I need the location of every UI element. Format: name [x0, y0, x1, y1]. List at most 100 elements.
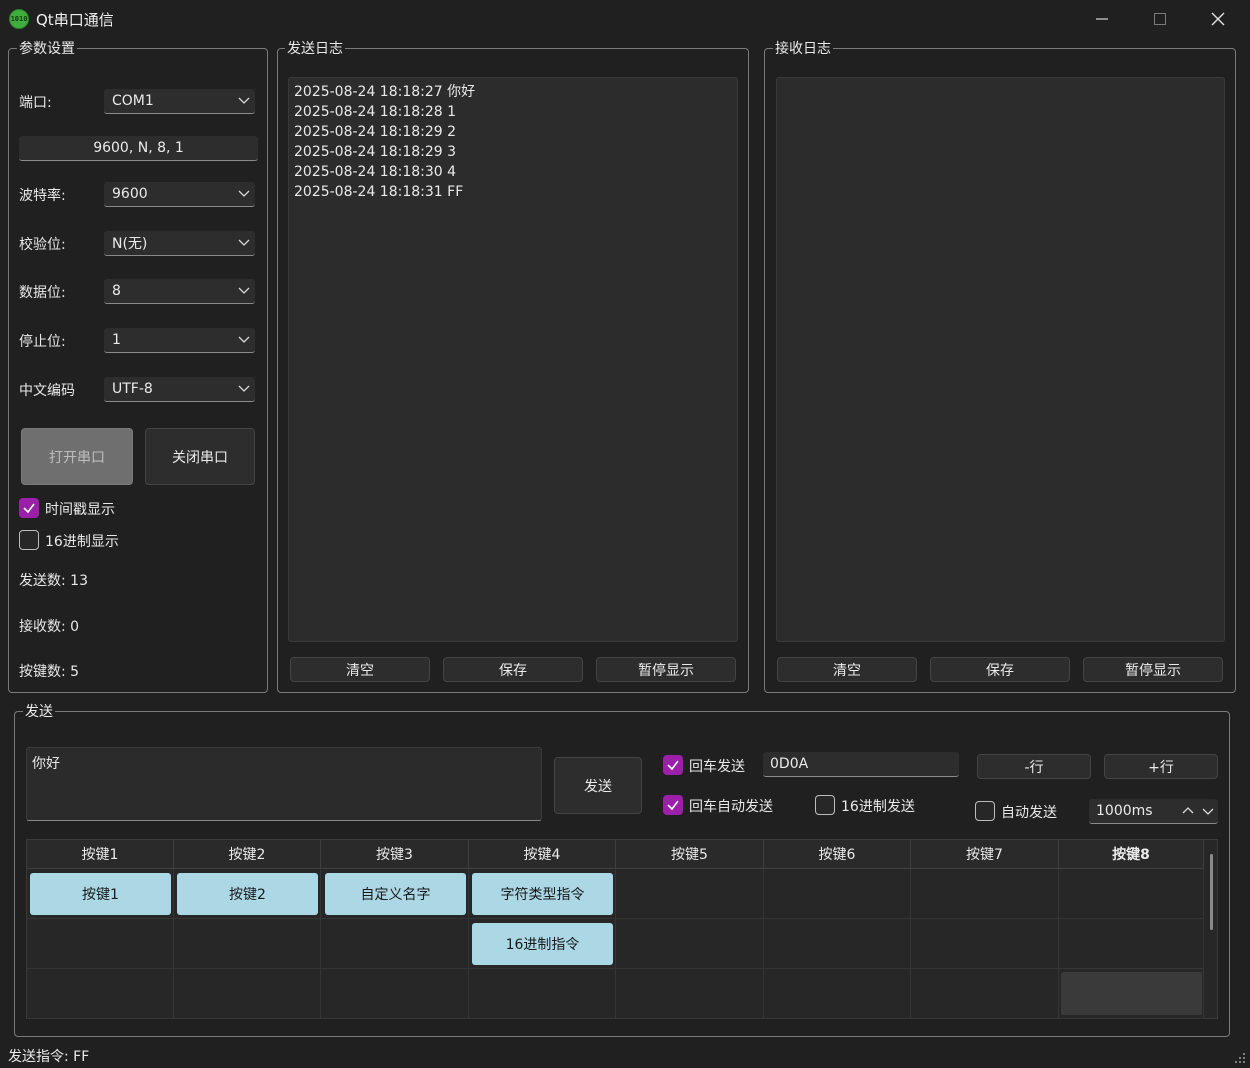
minimize-button[interactable] — [1073, 0, 1131, 38]
maximize-icon — [1154, 13, 1166, 25]
table-cell[interactable] — [911, 969, 1059, 1019]
chevron-down-icon — [238, 287, 250, 294]
table-cell[interactable] — [911, 919, 1059, 969]
close-icon — [1211, 12, 1225, 26]
hex-send-checkbox[interactable] — [815, 795, 835, 815]
minimize-icon — [1096, 18, 1108, 20]
table-cell[interactable] — [27, 969, 174, 1019]
send-log-textarea[interactable]: 2025-08-24 18:18:27 你好 2025-08-24 18:18:… — [288, 77, 738, 642]
hex-display-checkbox[interactable] — [19, 530, 39, 550]
sent-count: 发送数: 13 — [19, 573, 88, 589]
maximize-button[interactable] — [1131, 0, 1189, 38]
chevron-down-icon — [238, 336, 250, 343]
port-select-value: COM1 — [112, 93, 154, 109]
send-log-pause-button[interactable]: 暂停显示 — [596, 657, 736, 682]
table-cell[interactable] — [911, 869, 1059, 919]
hex-display-label: 16进制显示 — [45, 534, 119, 550]
table-cell[interactable] — [616, 969, 764, 1019]
key-table-header[interactable]: 按键7 — [911, 840, 1059, 869]
chevron-up-icon[interactable] — [1182, 805, 1194, 817]
table-cell[interactable] — [764, 969, 911, 1019]
parity-select-value: N(无) — [112, 236, 148, 252]
key-table-header[interactable]: 按键3 — [321, 840, 469, 869]
key-table-header[interactable]: 按键2 — [174, 840, 321, 869]
encoding-select-value: UTF-8 — [112, 381, 153, 397]
send-log-clear-button[interactable]: 清空 — [290, 657, 430, 682]
recv-log-textarea[interactable] — [776, 77, 1225, 642]
key-button[interactable]: 16进制指令 — [472, 923, 613, 965]
terminator-input[interactable]: 0D0A — [763, 752, 959, 777]
checkmark-icon — [667, 800, 679, 811]
key-table-header[interactable]: 按键1 — [27, 840, 174, 869]
baud-select[interactable]: 9600 — [104, 182, 255, 207]
data-bits-label: 数据位: — [19, 285, 66, 301]
recv-log-clear-button[interactable]: 清空 — [777, 657, 917, 682]
window-title: Qt串口通信 — [36, 11, 114, 29]
table-cell[interactable] — [764, 919, 911, 969]
table-cell[interactable] — [764, 869, 911, 919]
table-scrollbar[interactable] — [1210, 854, 1213, 930]
recv-log-group-title: 接收日志 — [773, 38, 833, 58]
send-log-save-button[interactable]: 保存 — [443, 657, 583, 682]
encoding-select[interactable]: UTF-8 — [104, 377, 255, 402]
key-button[interactable]: 自定义名字 — [325, 873, 466, 915]
key-table-header[interactable]: 按键6 — [764, 840, 911, 869]
table-cell[interactable] — [27, 919, 174, 969]
key-button[interactable]: 字符类型指令 — [472, 873, 613, 915]
key-button[interactable]: 按键2 — [177, 873, 318, 915]
key-table-header[interactable]: 按键5 — [616, 840, 764, 869]
status-bar-text: 发送指令: FF — [8, 1049, 90, 1065]
send-button[interactable]: 发送 — [554, 757, 642, 814]
table-cell[interactable] — [1059, 869, 1204, 919]
send-log-group-title: 发送日志 — [285, 38, 345, 58]
chevron-down-icon — [238, 190, 250, 197]
stop-bits-label: 停止位: — [19, 334, 66, 350]
close-window-button[interactable] — [1189, 0, 1247, 38]
plus-row-button[interactable]: +行 — [1104, 754, 1218, 779]
port-summary-text: 9600, N, 8, 1 — [93, 140, 184, 156]
recv-log-save-button[interactable]: 保存 — [930, 657, 1070, 682]
parity-select[interactable]: N(无) — [104, 231, 255, 256]
table-cell[interactable] — [469, 969, 616, 1019]
resize-grip-icon[interactable] — [1232, 1050, 1246, 1064]
checkmark-icon — [667, 760, 679, 771]
chevron-down-icon[interactable] — [1202, 805, 1214, 817]
table-cell[interactable] — [1059, 919, 1204, 969]
chevron-down-icon — [238, 239, 250, 246]
enter-send-checkbox[interactable] — [663, 755, 683, 775]
recv-log-pause-button[interactable]: 暂停显示 — [1083, 657, 1223, 682]
port-select[interactable]: COM1 — [104, 89, 255, 114]
hex-send-label: 16进制发送 — [841, 799, 915, 815]
stop-bits-select[interactable]: 1 — [104, 328, 255, 353]
data-bits-select-value: 8 — [112, 283, 121, 299]
key-table: 按键1 按键2 按键3 按键4 按键5 按键6 按键7 按键8 按键1 按键2 … — [26, 839, 1218, 1019]
auto-send-checkbox[interactable] — [975, 801, 995, 821]
close-port-button[interactable]: 关闭串口 — [145, 428, 255, 485]
auto-send-label: 自动发送 — [1001, 805, 1057, 821]
terminator-input-text: 0D0A — [770, 756, 809, 772]
table-cell[interactable] — [174, 969, 321, 1019]
send-input[interactable]: 你好 — [26, 747, 542, 821]
table-cell[interactable] — [616, 919, 764, 969]
key-table-header[interactable]: 按键8 — [1059, 840, 1204, 869]
enter-auto-send-checkbox[interactable] — [663, 795, 683, 815]
minus-row-button[interactable]: -行 — [977, 754, 1091, 779]
key-button[interactable]: 按键1 — [30, 873, 171, 915]
table-cell[interactable] — [321, 919, 469, 969]
table-cell[interactable] — [321, 969, 469, 1019]
chevron-down-icon — [238, 385, 250, 392]
table-cell[interactable] — [1059, 969, 1204, 1019]
open-port-button[interactable]: 打开串口 — [21, 428, 133, 485]
data-bits-select[interactable]: 8 — [104, 279, 255, 304]
send-group-title: 发送 — [23, 701, 55, 721]
enter-auto-send-label: 回车自动发送 — [689, 799, 773, 815]
key-table-header[interactable]: 按键4 — [469, 840, 616, 869]
log-line: 2025-08-24 18:18:29 2 — [294, 124, 457, 140]
title-bar — [0, 0, 1250, 38]
timestamp-checkbox[interactable] — [19, 498, 39, 518]
port-label: 端口: — [19, 95, 52, 111]
table-cell[interactable] — [616, 869, 764, 919]
interval-spinbox[interactable]: 1000ms — [1089, 799, 1218, 824]
table-cell[interactable] — [174, 919, 321, 969]
log-line: 2025-08-24 18:18:31 FF — [294, 184, 464, 200]
